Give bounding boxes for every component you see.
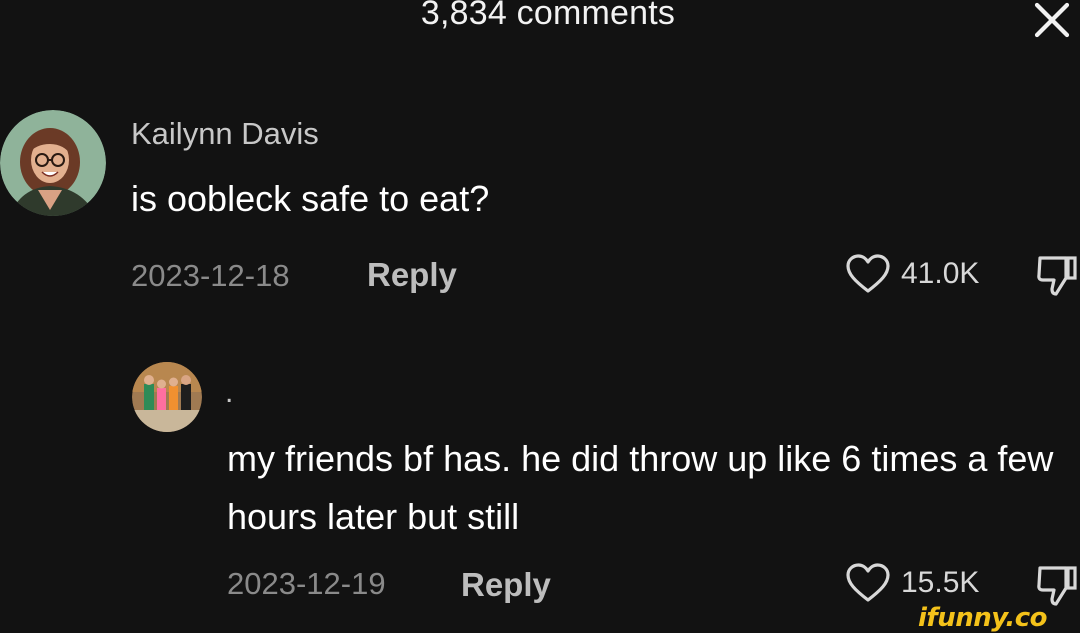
comment-text: is oobleck safe to eat? [131, 178, 490, 219]
comment-date: 2023-12-19 [227, 566, 386, 601]
thumbs-down-icon [1037, 566, 1077, 606]
reply-button[interactable]: Reply [461, 566, 551, 604]
reply-button[interactable]: Reply [367, 256, 457, 294]
thumbs-down-icon [1037, 256, 1077, 296]
close-button[interactable] [1028, 0, 1076, 40]
like-count: 15.5K [901, 566, 980, 599]
avatar[interactable] [132, 362, 202, 432]
comments-count-title: 3,834 comments [420, 0, 676, 32]
comment-date: 2023-12-18 [131, 258, 290, 293]
heart-outline-icon [846, 563, 890, 602]
comment-text: my friends bf has. he did throw up like … [227, 438, 1054, 537]
avatar[interactable] [0, 110, 106, 216]
heart-outline-icon [846, 254, 890, 293]
comment-username[interactable]: Kailynn Davis [131, 116, 319, 152]
like-count: 41.0K [901, 257, 980, 290]
dislike-button[interactable] [1034, 254, 1080, 303]
close-icon [1034, 2, 1070, 38]
comment-username[interactable]: . [225, 376, 233, 410]
